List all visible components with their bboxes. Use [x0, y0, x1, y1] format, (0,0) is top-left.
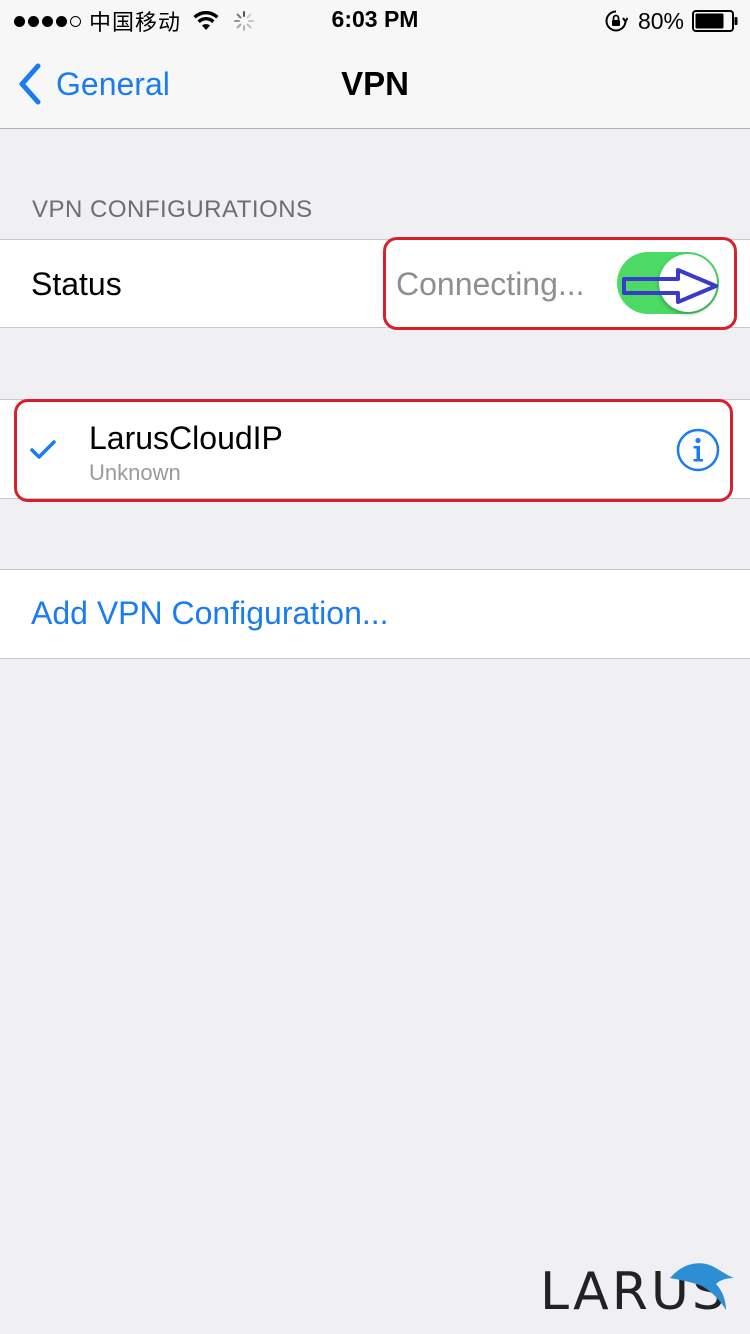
section-header: VPN CONFIGURATIONS — [32, 196, 313, 223]
status-bar-right: 80% — [604, 6, 738, 36]
add-vpn-configuration-row[interactable]: Add VPN Configuration... — [0, 569, 750, 659]
bird-logo-icon — [670, 1263, 734, 1310]
navigation-bar: General VPN — [0, 40, 750, 129]
page-title: VPN — [341, 65, 409, 102]
battery-icon — [692, 10, 738, 32]
add-vpn-configuration-link[interactable]: Add VPN Configuration... — [31, 595, 389, 632]
vpn-highlight-box — [14, 399, 733, 502]
status-bar: 中国移动 6:03 PM 80% — [0, 0, 750, 40]
status-label: Status — [31, 266, 122, 302]
rotation-lock-icon — [605, 10, 628, 32]
status-highlight-box — [383, 237, 737, 330]
battery-percentage: 80% — [637, 7, 684, 34]
